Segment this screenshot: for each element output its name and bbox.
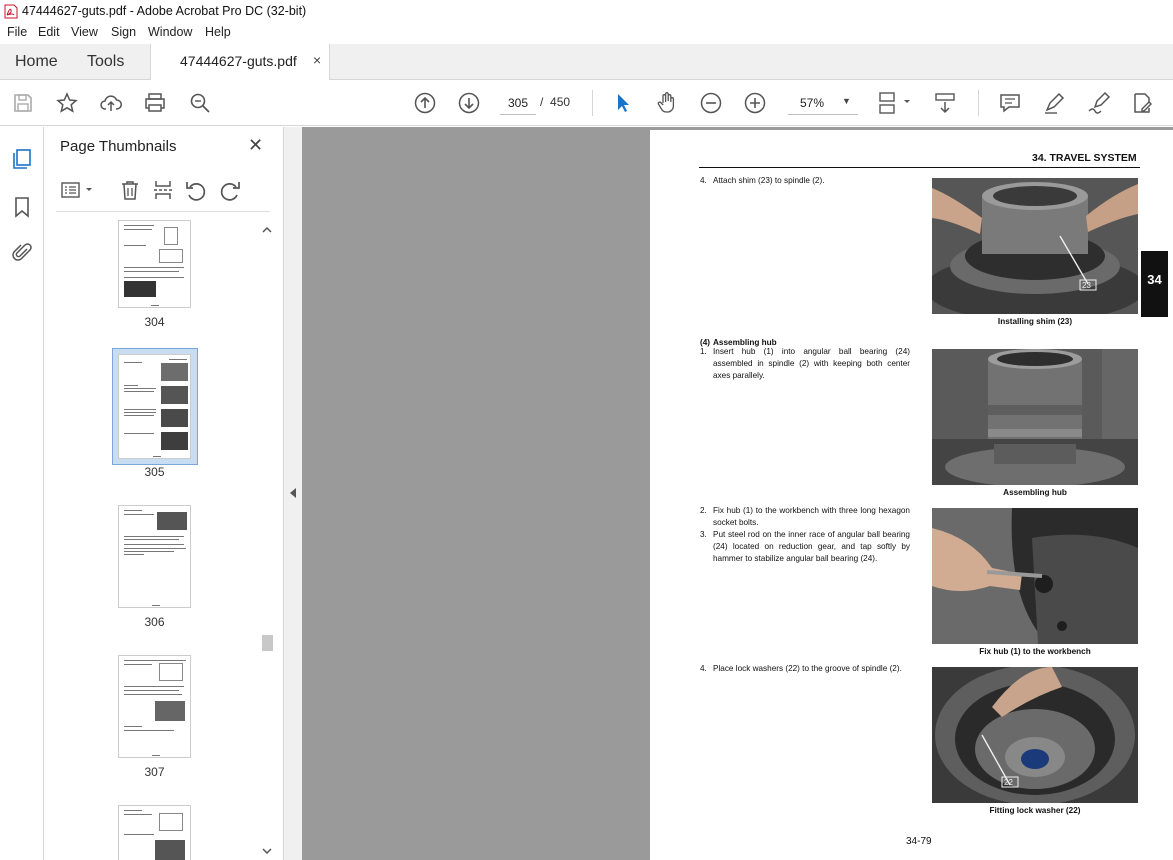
toolbar: 305 / 450 57% ▼: [0, 80, 1173, 126]
document-tab-label: 47444627-guts.pdf: [180, 53, 297, 69]
page-footer-number: 34-79: [906, 836, 932, 847]
scroll-up-icon[interactable]: [261, 224, 273, 236]
window-title: 47444627-guts.pdf - Adobe Acrobat Pro DC…: [22, 4, 307, 18]
photo-caption: Installing shim (23): [997, 317, 1073, 326]
tab-tools[interactable]: Tools: [87, 53, 124, 71]
toolbar-divider: [978, 90, 979, 116]
thumbnail-page-number: 306: [144, 615, 165, 629]
bookmarks-icon[interactable]: [10, 195, 34, 219]
chapter-tab-marker: 34: [1141, 251, 1168, 317]
thumbnail-options-icon[interactable]: [60, 178, 96, 202]
photo-caption: Fix hub (1) to the workbench: [979, 647, 1091, 656]
step-number: 4.: [700, 664, 707, 673]
callout-label: 22: [1004, 778, 1013, 787]
zoom-level-value: 57%: [800, 96, 825, 110]
page-thumbnail[interactable]: [118, 505, 191, 608]
menu-edit[interactable]: Edit: [38, 25, 60, 39]
menu-help[interactable]: Help: [205, 25, 231, 39]
chevron-down-icon: ▼: [842, 96, 851, 106]
thumbnail-page-number: 307: [144, 765, 165, 779]
page-thumbnails-icon[interactable]: [10, 147, 34, 171]
save-icon[interactable]: [11, 91, 35, 115]
photo-assembling-hub: [932, 349, 1138, 485]
photo-fitting-lock-washer: 22: [932, 667, 1138, 803]
photo-installing-shim: 23: [932, 178, 1138, 314]
upload-cloud-icon[interactable]: [99, 91, 123, 115]
collapse-arrow-icon[interactable]: [288, 487, 298, 499]
tab-home[interactable]: Home: [15, 53, 58, 71]
sign-pen-icon[interactable]: [1087, 91, 1111, 115]
step-text: Fix hub (1) to the workbench with three …: [713, 506, 910, 527]
select-cursor-icon[interactable]: [611, 91, 635, 115]
step-number: 4.: [700, 176, 707, 185]
step-number: 1.: [700, 347, 707, 356]
tab-document[interactable]: 47444627-guts.pdf ×: [150, 44, 330, 81]
page-thumbnail[interactable]: [118, 655, 191, 758]
tab-bar: Home Tools 47444627-guts.pdf ×: [0, 44, 1173, 81]
scrollbar-thumb[interactable]: [262, 635, 273, 651]
callout-label: 23: [1082, 281, 1091, 290]
attachments-paperclip-icon[interactable]: [10, 241, 34, 265]
print-icon[interactable]: [143, 91, 167, 115]
step-text: Put steel rod on the inner race of angul…: [713, 530, 910, 563]
menu-view[interactable]: View: [71, 25, 98, 39]
header-rule: [699, 167, 1140, 168]
insert-page-icon[interactable]: [151, 178, 175, 202]
page-thumbnail[interactable]: [118, 805, 191, 860]
zoom-level-select[interactable]: 57% ▼: [788, 91, 858, 115]
rotate-counterclockwise-icon[interactable]: [184, 178, 208, 202]
close-panel-icon[interactable]: ✕: [248, 135, 263, 156]
menu-sign[interactable]: Sign: [111, 25, 136, 39]
delete-page-icon[interactable]: [118, 178, 142, 202]
page-total: 450: [550, 95, 571, 109]
step-text: Attach shim (23) to spindle (2).: [713, 176, 825, 185]
page-thumbnail-selected[interactable]: [118, 354, 191, 459]
previous-page-icon[interactable]: [413, 91, 437, 115]
photo-fix-hub: [932, 508, 1138, 644]
edit-pdf-icon[interactable]: [1130, 91, 1154, 115]
toolbar-divider: [592, 90, 593, 116]
page-display-icon[interactable]: [877, 91, 913, 115]
scroll-down-icon[interactable]: [261, 845, 273, 857]
thumbnail-tools: [56, 174, 270, 212]
menu-bar: File Edit View Sign Window Help: [0, 23, 1173, 44]
rotate-clockwise-icon[interactable]: [218, 178, 242, 202]
page-number-input[interactable]: 305: [500, 91, 536, 115]
title-bar: 47444627-guts.pdf - Adobe Acrobat Pro DC…: [0, 0, 1173, 23]
page-count: / 450: [540, 95, 570, 109]
step-text: Place lock washers (22) to the groove of…: [713, 664, 902, 673]
scroll-mode-icon[interactable]: [933, 91, 957, 115]
step-number: 2.: [700, 506, 707, 515]
next-page-icon[interactable]: [457, 91, 481, 115]
left-navigation-rail: [0, 127, 44, 860]
step-number: 3.: [700, 530, 707, 539]
menu-window[interactable]: Window: [148, 25, 192, 39]
panel-collapse-bar[interactable]: [284, 127, 302, 860]
thumbnail-page-number: 305: [144, 465, 165, 479]
page-separator: /: [540, 95, 544, 109]
highlight-pen-icon[interactable]: [1042, 91, 1066, 115]
thumbnail-page-number: 304: [144, 315, 165, 329]
hand-tool-icon[interactable]: [655, 91, 679, 115]
acrobat-pdf-icon: [4, 4, 18, 19]
zoom-in-icon[interactable]: [743, 91, 767, 115]
comment-icon[interactable]: [998, 91, 1022, 115]
photo-caption: Fitting lock washer (22): [989, 806, 1081, 815]
photo-caption: Assembling hub: [1003, 488, 1067, 497]
bookmark-star-icon[interactable]: [55, 91, 79, 115]
page-header: 34. TRAVEL SYSTEM: [1032, 152, 1137, 164]
menu-file[interactable]: File: [7, 25, 27, 39]
page-thumbnail[interactable]: [118, 220, 191, 308]
thumbnail-scrollbar[interactable]: [261, 224, 273, 860]
thumbnails-panel: Page Thumbnails ✕ 304 305 306 307: [44, 127, 284, 860]
zoom-out-icon[interactable]: [699, 91, 723, 115]
zoom-search-icon[interactable]: [188, 91, 212, 115]
step-text: Insert hub (1) into angular ball bearing…: [713, 347, 910, 380]
panel-title: Page Thumbnails: [60, 138, 177, 155]
close-tab-icon[interactable]: ×: [313, 52, 321, 68]
